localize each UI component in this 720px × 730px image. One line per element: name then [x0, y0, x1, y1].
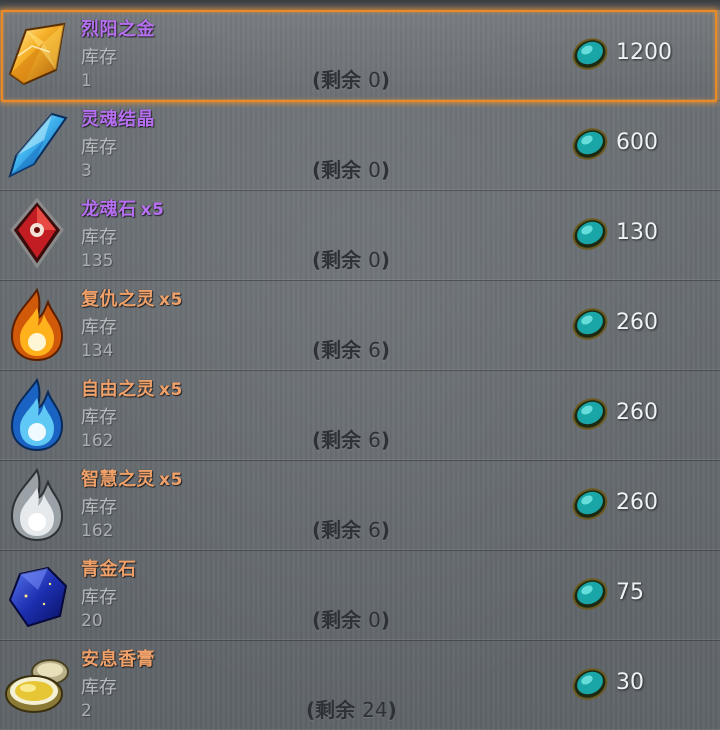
remaining-count: (剩余 6)	[312, 518, 390, 542]
shop-item-row[interactable]: 龙魂石 x5 库存 135 (剩余 0) 130	[0, 190, 720, 281]
stock-value: 2	[81, 701, 92, 721]
stock-label: 库存	[81, 677, 117, 698]
turquoise-gem-icon	[572, 128, 608, 160]
item-price: 130	[616, 220, 658, 245]
remaining-count: (剩余 0)	[312, 68, 390, 92]
fire-spirit-icon	[10, 287, 64, 362]
item-name: 灵魂结晶	[81, 109, 155, 130]
remaining-count: (剩余 0)	[312, 608, 390, 632]
remaining-count: (剩余 6)	[312, 428, 390, 452]
shop-item-row[interactable]: 灵魂结晶 库存 3 (剩余 0) 600	[0, 100, 720, 191]
blue-flame-spirit-icon	[10, 377, 64, 452]
item-price: 260	[616, 400, 658, 425]
shop-item-row[interactable]: 智慧之灵 x5 库存 162 (剩余 6) 260	[0, 460, 720, 551]
item-name: 青金石	[81, 559, 137, 580]
stock-value: 162	[81, 521, 114, 541]
shop-item-row[interactable]: 青金石 库存 20 (剩余 0) 75	[0, 550, 720, 641]
item-price: 75	[616, 580, 644, 605]
item-name: 烈阳之金	[81, 19, 155, 40]
item-quantity: x5	[159, 470, 183, 490]
red-dragon-gem-icon	[10, 197, 64, 269]
item-price: 260	[616, 490, 658, 515]
remaining-count: (剩余 0)	[312, 248, 390, 272]
turquoise-gem-icon	[572, 308, 608, 340]
turquoise-gem-icon	[572, 488, 608, 520]
remaining-count: (剩余 24)	[306, 698, 397, 722]
item-price: 600	[616, 130, 658, 155]
blue-crystal-icon	[8, 112, 68, 178]
stock-value: 135	[81, 251, 114, 271]
remaining-count: (剩余 6)	[312, 338, 390, 362]
item-name: 复仇之灵 x5	[81, 289, 183, 310]
stock-value: 134	[81, 341, 114, 361]
item-name: 自由之灵 x5	[81, 379, 183, 400]
list-top-border	[0, 0, 720, 10]
stock-value: 20	[81, 611, 103, 631]
shop-item-row[interactable]: 烈阳之金 库存 1 (剩余 0) 1200	[0, 10, 720, 101]
item-name: 龙魂石 x5	[81, 199, 165, 220]
item-name: 智慧之灵 x5	[81, 469, 183, 490]
stock-label: 库存	[81, 317, 117, 338]
golden-crystal-icon	[8, 22, 66, 86]
white-flame-spirit-icon	[10, 467, 64, 542]
item-quantity: x5	[159, 290, 183, 310]
item-price: 30	[616, 670, 644, 695]
shop-list: 烈阳之金 库存 1 (剩余 0) 1200 灵魂结晶 库存 3 (剩余 0) 6…	[0, 0, 720, 730]
turquoise-gem-icon	[572, 578, 608, 610]
stock-value: 1	[81, 71, 92, 91]
balm-tin-icon	[5, 659, 69, 713]
shop-item-row[interactable]: 自由之灵 x5 库存 162 (剩余 6) 260	[0, 370, 720, 461]
stock-label: 库存	[81, 587, 117, 608]
stock-label: 库存	[81, 407, 117, 428]
stock-value: 3	[81, 161, 92, 181]
shop-item-row[interactable]: 安息香膏 库存 2 (剩余 24) 30	[0, 640, 720, 730]
stock-label: 库存	[81, 227, 117, 248]
item-name: 安息香膏	[81, 649, 155, 670]
shop-item-row[interactable]: 复仇之灵 x5 库存 134 (剩余 6) 260	[0, 280, 720, 371]
turquoise-gem-icon	[572, 218, 608, 250]
turquoise-gem-icon	[572, 668, 608, 700]
stock-label: 库存	[81, 137, 117, 158]
lapis-lazuli-icon	[8, 566, 68, 628]
turquoise-gem-icon	[572, 398, 608, 430]
turquoise-gem-icon	[572, 38, 608, 70]
stock-value: 162	[81, 431, 114, 451]
item-price: 260	[616, 310, 658, 335]
item-quantity: x5	[159, 380, 183, 400]
remaining-count: (剩余 0)	[312, 158, 390, 182]
stock-label: 库存	[81, 497, 117, 518]
item-price: 1200	[616, 40, 672, 65]
item-quantity: x5	[140, 200, 165, 220]
stock-label: 库存	[81, 47, 117, 68]
